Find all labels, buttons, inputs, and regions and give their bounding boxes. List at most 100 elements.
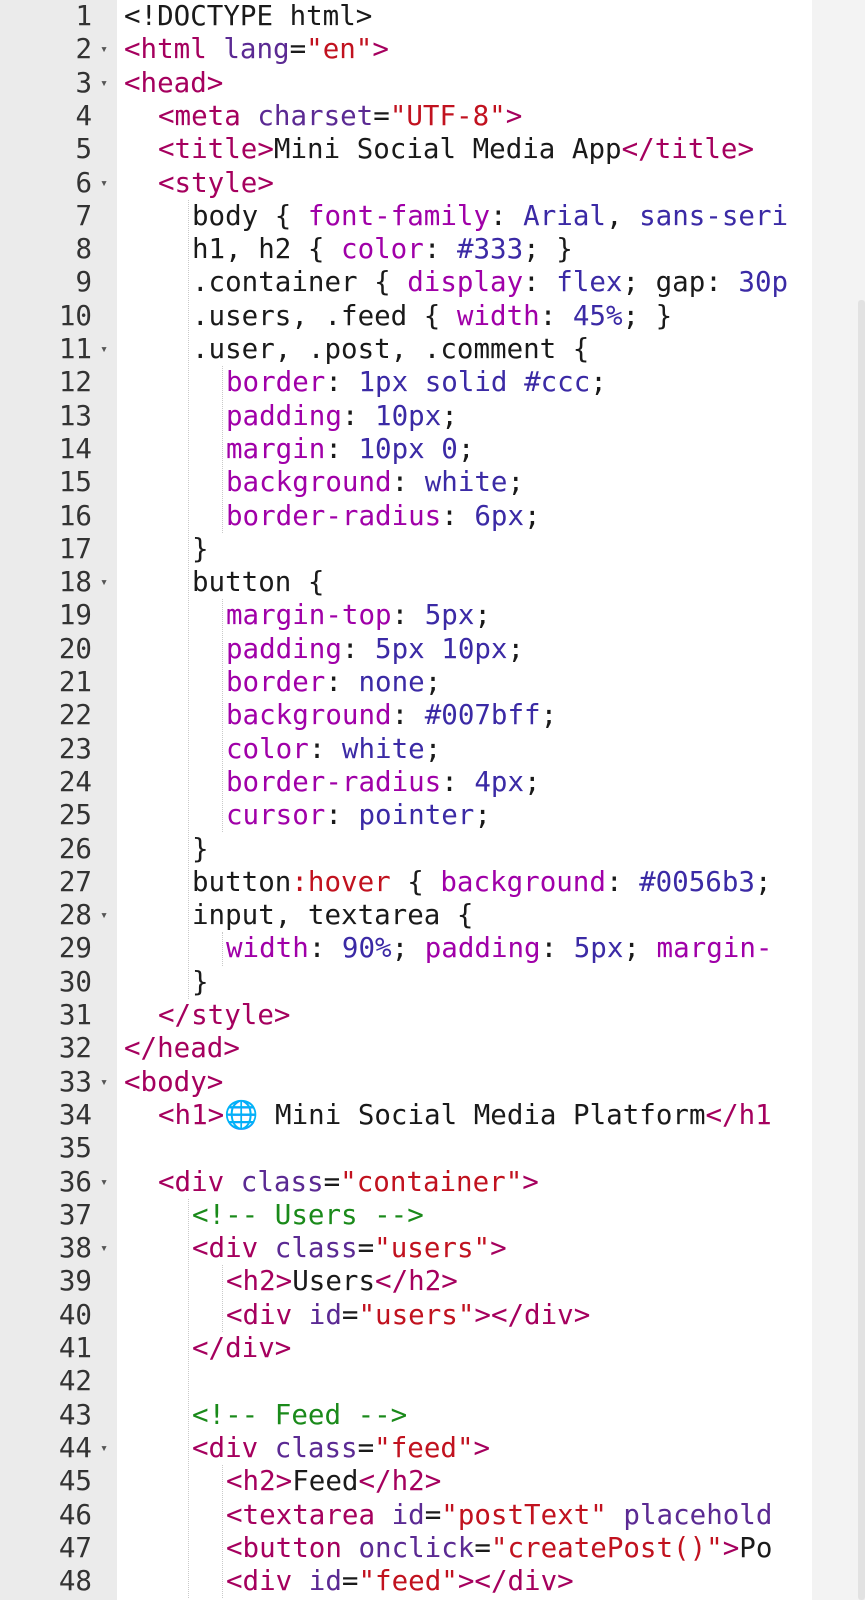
code-line[interactable]: 19 margin-top: 5px; <box>0 599 812 632</box>
code-line[interactable]: 28 ▾ input, textarea { <box>0 899 812 932</box>
code-token: 10px <box>441 632 508 665</box>
indent-guide <box>188 199 189 999</box>
code-line[interactable]: 15 background: white; <box>0 466 812 499</box>
code-line[interactable]: 3 ▾ <head> <box>0 67 812 100</box>
code-line[interactable]: 20 padding: 5px 10px; <box>0 633 812 666</box>
code-line[interactable]: 42 <box>0 1365 812 1398</box>
code-token: onclick <box>358 1531 475 1564</box>
line-number: 8 <box>75 233 92 266</box>
fold-toggle-icon[interactable]: ▾ <box>97 67 111 100</box>
fold-toggle-icon[interactable]: ▾ <box>97 33 111 66</box>
code-line[interactable]: 5 <title>Mini Social Media App</title> <box>0 133 812 166</box>
code-line[interactable]: 40 <div id="users"></div> <box>0 1299 812 1332</box>
code-line[interactable]: 24 border-radius: 4px; <box>0 766 812 799</box>
code-text: <button onclick="createPost()">Po <box>226 1532 772 1565</box>
code-token: ; gap: <box>622 266 739 299</box>
code-token: ; <box>441 399 458 432</box>
code-token: : <box>341 632 376 665</box>
code-line[interactable]: 34 <h1>🌐 Mini Social Media Platform</h1 <box>0 1099 812 1132</box>
line-number: 41 <box>58 1332 92 1364</box>
code-token: 5px <box>573 932 624 965</box>
code-text: margin-top: 5px; <box>226 599 491 632</box>
vertical-scrollbar[interactable] <box>858 300 865 1600</box>
code-line[interactable]: 25 cursor: pointer; <box>0 799 812 832</box>
fold-toggle-icon[interactable]: ▾ <box>97 167 111 200</box>
code-token: class <box>240 1165 324 1198</box>
code-line[interactable]: 16 border-radius: 6px; <box>0 500 812 533</box>
code-text: } <box>192 833 209 866</box>
code-line[interactable]: 30} <box>0 966 812 999</box>
code-line[interactable]: 36 ▾ <div class="container"> <box>0 1166 812 1199</box>
code-line[interactable]: 10 .users, .feed { width: 45%; } <box>0 300 812 333</box>
code-token: #333 <box>456 233 524 266</box>
code-line[interactable]: 13 padding: 10px; <box>0 400 812 433</box>
code-line[interactable]: 48 <div id="feed"></div> <box>0 1565 812 1598</box>
code-token: </head> <box>124 1032 240 1065</box>
code-token: border-radius <box>226 499 442 532</box>
code-line[interactable]: 37 <!-- Users --> <box>0 1199 812 1232</box>
code-line[interactable]: 17} <box>0 533 812 566</box>
fold-toggle-icon[interactable]: ▾ <box>97 1066 111 1099</box>
fold-toggle-icon[interactable]: ▾ <box>97 1232 111 1265</box>
code-line[interactable]: 32 </head> <box>0 1032 812 1065</box>
code-line[interactable]: 18 ▾ button { <box>0 566 812 599</box>
code-line[interactable]: 31 </style> <box>0 999 812 1032</box>
line-number: 31 <box>58 999 92 1031</box>
code-token: ></div> <box>457 1565 574 1598</box>
code-line[interactable]: 22 background: #007bff; <box>0 699 812 732</box>
code-line[interactable]: 47 <button onclick="createPost()">Po <box>0 1532 812 1565</box>
code-token: : <box>308 932 342 965</box>
code-token: </h2> <box>375 1265 458 1298</box>
code-token: 4px <box>474 765 525 798</box>
code-token: "container" <box>340 1165 523 1198</box>
fold-toggle-icon[interactable]: ▾ <box>97 899 111 932</box>
code-text: <!DOCTYPE html> <box>124 0 372 33</box>
code-line[interactable]: 35 <box>0 1132 812 1165</box>
code-line[interactable]: 46 <textarea id="postText" placehold <box>0 1499 812 1532</box>
code-line[interactable]: 26} <box>0 833 812 866</box>
code-line[interactable]: 33 ▾ <body> <box>0 1066 812 1099</box>
code-line[interactable]: 8 h1, h2 { color: #333; } <box>0 233 812 266</box>
code-token: "UTF-8" <box>389 99 506 132</box>
code-line[interactable]: 41 </div> <box>0 1332 812 1365</box>
code-line[interactable]: 43 <!-- Feed --> <box>0 1399 812 1432</box>
code-token: = <box>289 33 307 66</box>
code-line[interactable]: 12 border: 1px solid #ccc; <box>0 366 812 399</box>
fold-toggle-icon[interactable]: ▾ <box>97 1432 111 1465</box>
code-line[interactable]: 7 body { font-family: Arial, sans-seri <box>0 200 812 233</box>
code-line[interactable]: 44 ▾ <div class="feed"> <box>0 1432 812 1465</box>
code-token: : <box>391 699 425 732</box>
code-line[interactable]: 27 button:hover { background: #0056b3; <box>0 866 812 899</box>
code-line[interactable]: 45 <h2>Feed</h2> <box>0 1465 812 1498</box>
code-token: white <box>341 732 425 765</box>
code-text: <div class="users"> <box>192 1232 507 1265</box>
code-token: padding <box>424 932 541 965</box>
code-line[interactable]: 6 ▾ <style> <box>0 167 812 200</box>
line-number: 19 <box>58 599 92 632</box>
code-token: cursor <box>226 799 326 832</box>
code-line[interactable]: 21 border: none; <box>0 666 812 699</box>
code-token: ; <box>474 799 491 832</box>
fold-toggle-icon[interactable]: ▾ <box>97 1166 111 1199</box>
code-line[interactable]: 4 <meta charset="UTF-8"> <box>0 100 812 133</box>
line-number: 40 <box>58 1298 92 1331</box>
code-line[interactable]: 2 ▾ <html lang="en"> <box>0 33 812 66</box>
code-line[interactable]: 38 ▾ <div class="users"> <box>0 1232 812 1265</box>
code-line[interactable]: 1 <!DOCTYPE html> <box>0 0 812 33</box>
code-line[interactable]: 9 .container { display: flex; gap: 30p <box>0 266 812 299</box>
code-editor[interactable]: 1 <!DOCTYPE html> 2 ▾ <html lang="en"> 3 ▾ <hea… <box>0 0 812 1600</box>
code-token: ; <box>540 699 558 732</box>
code-token: = <box>424 1498 442 1531</box>
code-text: } <box>192 966 209 999</box>
code-line[interactable]: 11 ▾ .user, .post, .comment { <box>0 333 812 366</box>
line-number: 2 <box>75 33 92 66</box>
code-token: <div <box>192 1232 275 1265</box>
code-line[interactable]: 23 color: white; <box>0 733 812 766</box>
code-line[interactable]: 14 margin: 10px 0; <box>0 433 812 466</box>
code-line[interactable]: 39 <h2>Users</h2> <box>0 1265 812 1298</box>
fold-toggle-icon[interactable]: ▾ <box>97 566 111 599</box>
code-line[interactable]: 29 width: 90%; padding: 5px; margin- <box>0 932 812 965</box>
fold-toggle-icon[interactable]: ▾ <box>97 333 111 366</box>
code-token: </h1 <box>705 1098 772 1131</box>
